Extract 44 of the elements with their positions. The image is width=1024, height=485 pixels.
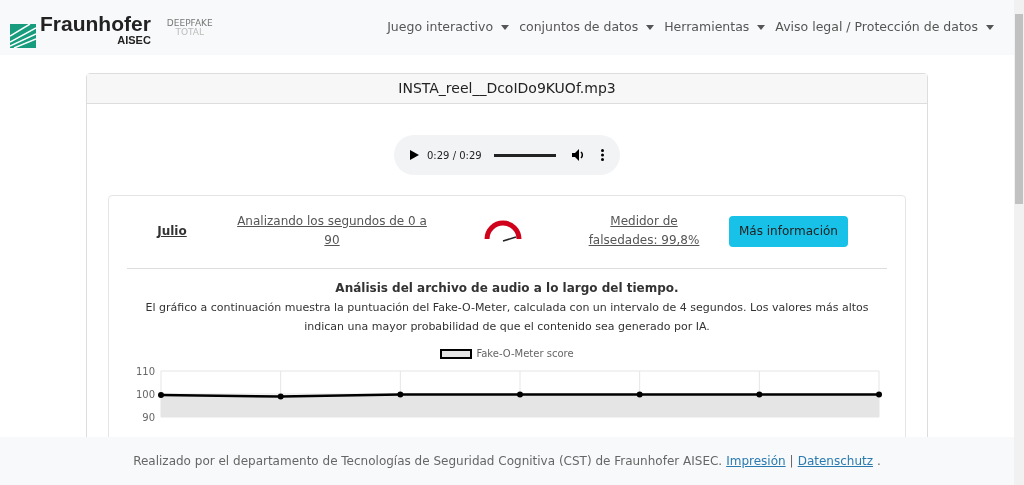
y-tick-label: 90 [142, 412, 155, 424]
range-text: Analizando los segundos de 0 a 90 [237, 212, 427, 249]
footer-period: . [877, 453, 881, 470]
nav-menu-item[interactable]: Herramientas [664, 18, 766, 37]
nav-menu-item[interactable]: Juego interactivo [387, 18, 510, 37]
footer-text: Realizado por el departamento de Tecnologías de Seguridad Cognitiva (CST) de Fraunhofer AISEC. [133, 453, 723, 470]
scrollbar[interactable] [1014, 0, 1024, 485]
analysis-heading: Análisis del archivo de audio a lo largo del tiempo. [335, 280, 679, 297]
link-separator: | [789, 453, 794, 470]
logo-wordmark: Fraunhofer [40, 12, 151, 34]
more-info-button[interactable]: Más información [729, 215, 848, 247]
privacy-link[interactable]: Datenschutz [797, 452, 873, 470]
legend-label: Fake-O-Meter score [476, 347, 574, 362]
file-title: INSTA_reel__DcoIDo9KUOf.mp3 [398, 79, 616, 98]
caret-icon [757, 25, 766, 30]
caret-icon [986, 25, 994, 30]
badge-title: DEEPFAKE [166, 18, 213, 28]
logo-icon [10, 23, 36, 48]
more-icon[interactable] [600, 149, 604, 161]
nav-menu-item[interactable]: Aviso legal / Protección de datos [775, 18, 994, 37]
progress-bar[interactable] [493, 153, 556, 157]
data-point [397, 391, 404, 398]
nav-menu-item[interactable]: conjuntos de datos [519, 18, 655, 37]
data-point [158, 392, 164, 399]
y-tick-label: 110 [135, 366, 155, 378]
data-point [756, 391, 763, 398]
analysis-description: El gráfico a continuación muestra la puntuación del Fake-O-Meter, calculada con un intervalo de 4 segundos. Los valores más altos indican una mayor probabilidad de que el contenido sea generado por IA. [144, 300, 870, 335]
data-point [277, 393, 284, 400]
model-name: Julio [155, 223, 188, 240]
imprint-link[interactable]: Impresión [726, 452, 786, 470]
caret-icon [646, 25, 655, 30]
score-text: Medidor de falsedades: 99,8% [587, 212, 701, 249]
time-display: 0:29 / 0:29 [427, 148, 482, 163]
logo-subtitle: AISEC [117, 33, 151, 48]
data-point [517, 391, 523, 398]
y-tick-label: 100 [135, 389, 155, 401]
gauge-icon [483, 219, 523, 243]
data-point [636, 391, 643, 398]
legend-swatch-icon [440, 348, 473, 359]
volume-icon[interactable] [571, 149, 585, 161]
caret-icon [501, 25, 510, 30]
badge-subtitle: TOTAL [175, 27, 205, 37]
play-icon[interactable] [410, 150, 419, 160]
data-point [876, 391, 882, 398]
